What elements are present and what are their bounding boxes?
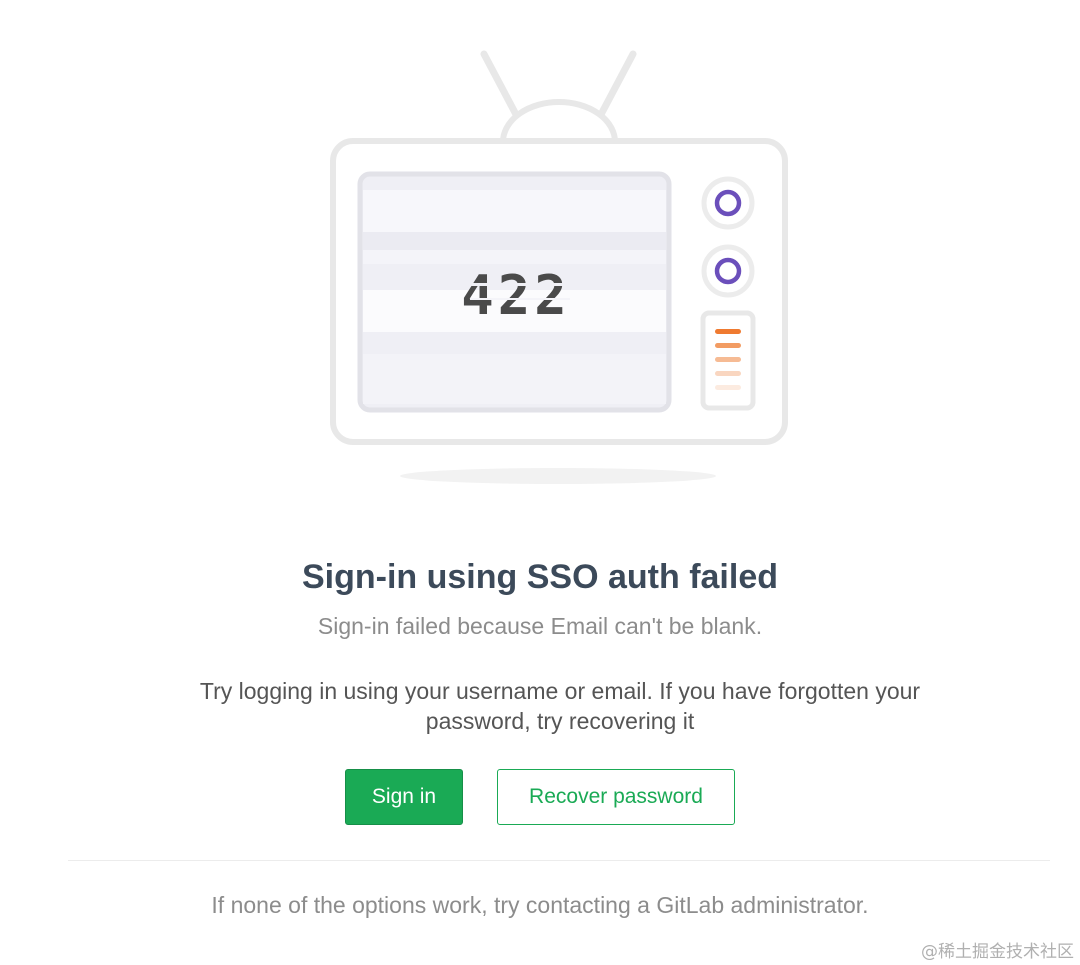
- tv-illustration: 422: [330, 50, 788, 484]
- speaker-bar: [715, 343, 741, 348]
- sign-in-button[interactable]: Sign in: [345, 769, 463, 825]
- tv-shadow: [400, 468, 716, 484]
- help-text: Try logging in using your username or em…: [199, 678, 921, 734]
- speaker-bar: [715, 371, 741, 376]
- glitch-line: [460, 283, 572, 286]
- page-title: Sign-in using SSO auth failed: [301, 558, 779, 596]
- speaker-bar: [715, 329, 741, 334]
- speaker-bar: [715, 357, 741, 362]
- speaker-bar: [715, 385, 741, 390]
- watermark: @稀土掘金技术社区: [921, 942, 1074, 962]
- screen-stripe: [363, 232, 666, 250]
- recover-password-button[interactable]: Recover password: [497, 769, 735, 825]
- action-buttons: Sign in Recover password: [0, 769, 1080, 825]
- antenna-base: [500, 99, 618, 143]
- knob-icon: [714, 189, 742, 217]
- contact-admin-text: If none of the options work, try contact…: [211, 892, 869, 918]
- screen-stripe: [363, 190, 666, 232]
- antenna-left: [480, 50, 524, 126]
- error-page: 422 Sign-in using SSO auth failed Sign-i…: [0, 0, 1080, 965]
- screen-stripe: [363, 250, 666, 264]
- screen-stripe: [363, 354, 666, 404]
- divider: [68, 860, 1050, 861]
- knob-icon: [714, 257, 742, 285]
- glitch-line: [470, 298, 570, 300]
- antenna-right: [593, 50, 637, 126]
- error-message: Sign-in failed because Email can't be bl…: [317, 613, 763, 639]
- error-code: 422: [461, 264, 571, 327]
